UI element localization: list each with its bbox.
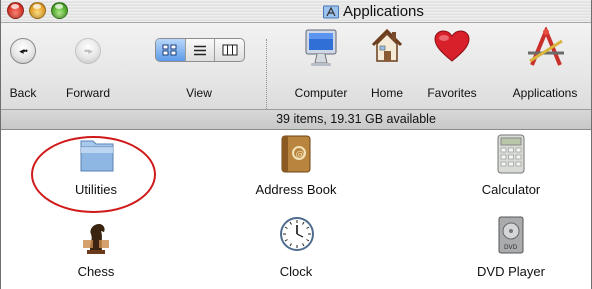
applications-label: Applications (512, 86, 578, 100)
forward-label: Forward (65, 86, 111, 100)
address-book-icon: @ (281, 135, 311, 173)
file-grid: Utilities @ Address Book Calculator Ches… (1, 130, 591, 289)
file-item-calculator[interactable]: Calculator (446, 130, 576, 205)
toolbar: ◂•• Back ••▸ Forward View Computer Home … (1, 23, 591, 109)
home-label: Home (370, 86, 404, 100)
status-bar: 39 items, 19.31 GB available (1, 109, 591, 130)
file-item-dvd-player[interactable]: DVD DVD Player (446, 214, 576, 289)
minimize-button[interactable] (29, 2, 46, 19)
back-button[interactable]: ◂•• Back (5, 23, 41, 109)
back-arrow-icon: ◂•• (10, 38, 36, 64)
heart-icon (434, 30, 470, 62)
icon-view-button[interactable] (156, 39, 186, 61)
file-item-chess[interactable]: Chess (31, 214, 161, 289)
toolbar-separator (266, 39, 267, 109)
folder-icon (80, 140, 114, 172)
calculator-icon (497, 134, 525, 174)
view-label: View (186, 86, 212, 100)
status-text: 39 items, 19.31 GB available (276, 112, 436, 126)
file-label: DVD Player (477, 264, 545, 279)
view-segmented-control[interactable] (155, 38, 245, 62)
file-label: Calculator (481, 182, 541, 197)
applications-icon (528, 27, 564, 66)
view-control: View (151, 23, 247, 109)
home-icon (371, 28, 403, 62)
file-label: Utilities (75, 182, 117, 197)
file-label: Chess (77, 264, 115, 279)
zoom-button[interactable] (51, 2, 68, 19)
svg-text:DVD: DVD (504, 244, 518, 251)
forward-button[interactable]: ••▸ Forward (57, 23, 119, 109)
favorites-button[interactable]: Favorites (413, 23, 491, 109)
column-view-button[interactable] (215, 39, 244, 61)
window-title-text: Applications (343, 2, 424, 20)
window-title: Applications (323, 1, 424, 21)
back-label: Back (9, 86, 37, 100)
file-item-utilities[interactable]: Utilities (31, 130, 161, 205)
applications-folder-icon (323, 5, 339, 18)
computer-button[interactable]: Computer (281, 23, 361, 109)
close-button[interactable] (7, 2, 24, 19)
favorites-label: Favorites (427, 86, 477, 100)
file-label: Address Book (255, 182, 337, 197)
finder-window: Applications ◂•• Back ••▸ Forward View C… (0, 0, 592, 289)
home-button[interactable]: Home (365, 23, 409, 109)
title-bar[interactable]: Applications (1, 0, 591, 23)
icon-view-icon (162, 44, 177, 56)
list-view-button[interactable] (186, 39, 216, 61)
clock-icon (280, 217, 314, 251)
chess-icon (83, 224, 109, 254)
applications-button[interactable]: Applications (501, 23, 589, 109)
computer-label: Computer (294, 86, 348, 100)
forward-arrow-icon: ••▸ (75, 38, 101, 64)
file-label: Clock (279, 264, 313, 279)
computer-icon (305, 29, 337, 66)
svg-text:@: @ (296, 150, 305, 160)
column-view-icon (222, 44, 238, 56)
dvd-player-icon: DVD (498, 216, 524, 254)
file-item-address-book[interactable]: @ Address Book (231, 130, 361, 205)
file-item-clock[interactable]: Clock (231, 214, 361, 289)
list-view-icon (194, 45, 206, 55)
